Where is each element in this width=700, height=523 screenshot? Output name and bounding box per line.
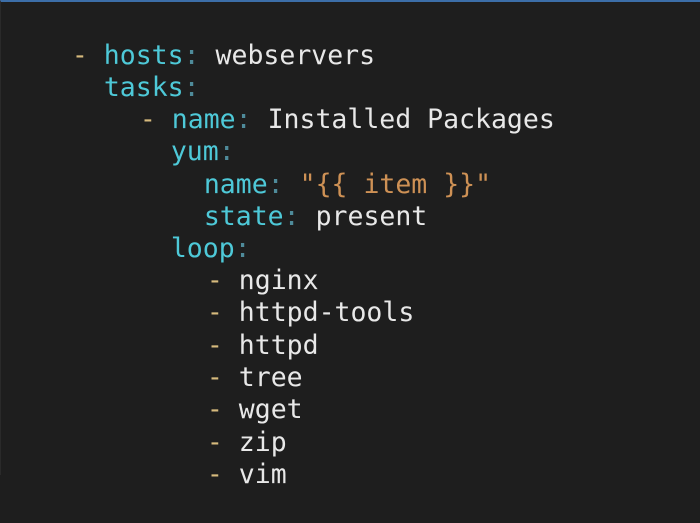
yaml-value-state: present xyxy=(315,201,428,232)
code-line-loop-item: - nginx xyxy=(1,233,319,296)
code-line-loop-item: - httpd xyxy=(1,298,319,361)
code-editor[interactable]: - hosts: webservers tasks: - name: Installed… xyxy=(0,0,700,490)
code-line-tasks: tasks: xyxy=(1,40,200,103)
yaml-value-hosts: webservers xyxy=(215,40,376,71)
code-line-loop-item: - httpd-tools xyxy=(1,265,414,328)
code-line-yum-state: state: present xyxy=(1,169,427,232)
yaml-colon: : xyxy=(235,104,252,135)
code-line-task-name: - name: Installed Packages xyxy=(1,72,555,135)
code-line-loop-item: - vim xyxy=(1,427,287,490)
code-line-loop-item: - wget xyxy=(1,362,303,425)
code-line-yum: yum: xyxy=(1,104,235,167)
yaml-colon: : xyxy=(283,201,300,232)
code-line-hosts: - hosts: webservers xyxy=(1,8,375,71)
code-line-loop: loop: xyxy=(1,201,251,264)
code-line-loop-item: - tree xyxy=(1,330,303,393)
code-line-loop-item: - zip xyxy=(1,395,287,458)
yaml-value-task-name: Installed Packages xyxy=(267,104,555,135)
code-line-yum-name: name: "{{ item }}" xyxy=(1,137,491,200)
